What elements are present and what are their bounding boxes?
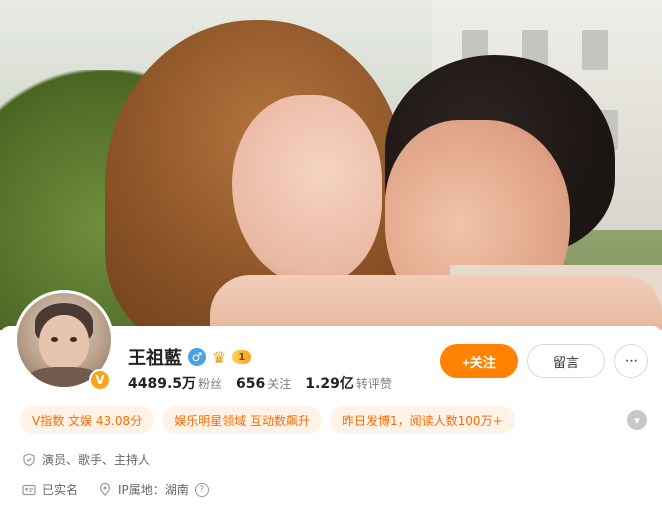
more-options-button[interactable]: ···	[614, 344, 648, 378]
message-button[interactable]: 留言	[527, 344, 605, 378]
stat-likes: 1.29亿 转评赞	[305, 373, 392, 393]
profile-name: 王祖藍	[128, 348, 182, 369]
level-badge[interactable]: 1	[232, 350, 252, 364]
male-icon: ♂	[188, 348, 206, 366]
tag-domain[interactable]: 娱乐明星领域 互动数飙升	[162, 406, 323, 434]
tag-list: V指数 文娱 43.08分 娱乐明星领域 互动数飙升 昨日发博1，阅读人数100…	[20, 406, 515, 434]
stat-value: 4489.5万	[128, 376, 197, 392]
stat-label: 转评赞	[355, 377, 392, 391]
stat-value: 656	[236, 376, 266, 392]
cover-photo	[0, 0, 662, 330]
stat-label: 粉丝	[198, 377, 223, 391]
tag-posts[interactable]: 昨日发博1，阅读人数100万+	[330, 406, 515, 434]
question-icon[interactable]: ?	[194, 482, 209, 497]
occupation-text: 演员、歌手、主持人	[42, 453, 151, 467]
cover-arm	[210, 275, 662, 330]
stat-followers[interactable]: 4489.5万 粉丝	[128, 373, 222, 393]
stat-label: 关注	[267, 377, 292, 391]
id-card-icon	[22, 483, 36, 497]
location-icon	[98, 483, 112, 497]
stat-value: 1.29亿	[305, 376, 354, 392]
tag-v-index[interactable]: V指数 文娱 43.08分	[20, 406, 155, 434]
ip-location-text: IP属地：湖南	[118, 483, 189, 497]
verification-row: 已实名 IP属地：湖南 ?	[22, 481, 209, 498]
crown-icon[interactable]: ♛	[212, 348, 226, 367]
occupation-row: 演员、歌手、主持人	[22, 451, 150, 468]
profile-stats: 4489.5万 粉丝 656 关注 1.29亿 转评赞	[128, 373, 392, 393]
follow-button[interactable]: +关注	[440, 344, 518, 378]
verification-text: 已实名	[42, 483, 79, 497]
shield-icon	[22, 453, 36, 467]
stat-following[interactable]: 656 关注	[236, 373, 291, 392]
name-row: 王祖藍 ♂ ♛ 1	[128, 344, 252, 370]
verified-badge-icon: V	[89, 369, 111, 391]
chevron-down-icon[interactable]: ▾	[627, 410, 647, 430]
